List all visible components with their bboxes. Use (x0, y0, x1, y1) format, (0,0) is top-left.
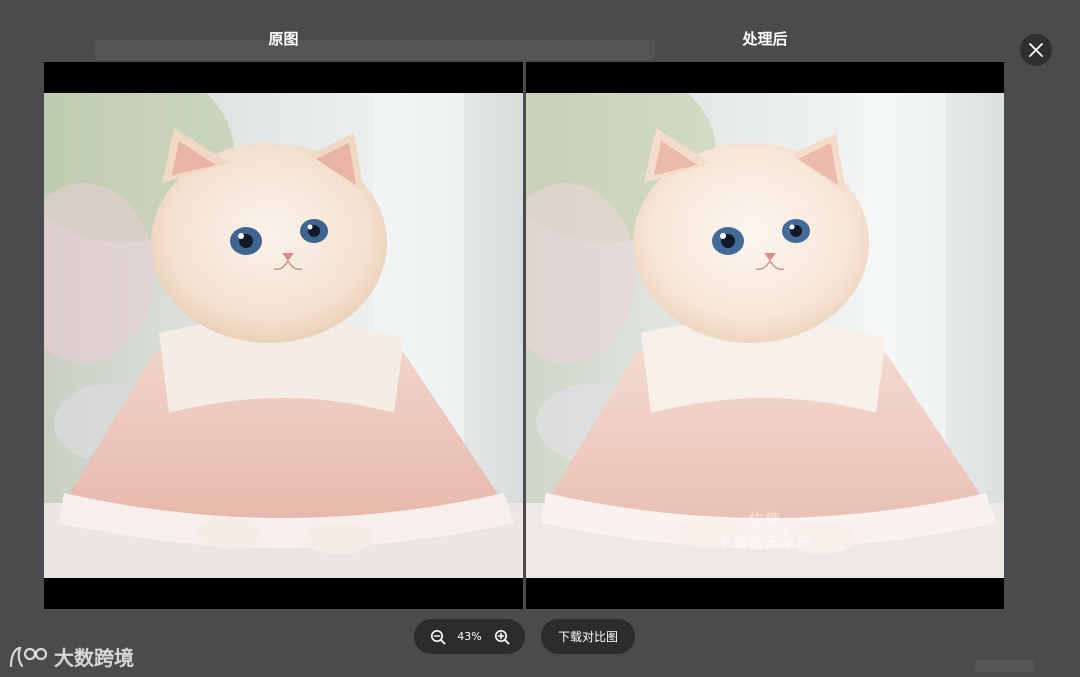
close-button[interactable] (1020, 34, 1052, 66)
brand-watermark: 大数跨境 (8, 642, 134, 671)
zoom-in-icon (494, 629, 509, 644)
zoom-level: 43% (457, 630, 482, 643)
watermark-notice: 下载后无水印 (716, 534, 813, 552)
watermark-brand: 佐糖 (748, 510, 781, 528)
processed-image-pane[interactable]: 佐糖 下载后无水印 (526, 62, 1004, 609)
close-icon (1029, 43, 1043, 57)
zoom-in-button[interactable] (492, 627, 512, 647)
zoom-out-icon (430, 629, 445, 644)
processed-pane-title: 处理后 (742, 30, 788, 48)
background-page-element (975, 660, 1035, 672)
download-comparison-button[interactable]: 下载对比图 (541, 619, 635, 654)
original-kitten-photo (44, 93, 523, 578)
image-compare-viewer: 原图 处理后 佐糖 下载后无水印 43% 下载对比图 大数跨境 (0, 0, 1080, 677)
zoom-controls: 43% (414, 619, 525, 654)
zoom-out-button[interactable] (428, 627, 448, 647)
brand-logo-icon (9, 646, 48, 667)
processed-kitten-photo (526, 93, 1004, 578)
original-pane-title: 原图 (268, 30, 299, 48)
brand-name: 大数跨境 (54, 646, 134, 670)
original-image-pane[interactable] (44, 62, 523, 609)
